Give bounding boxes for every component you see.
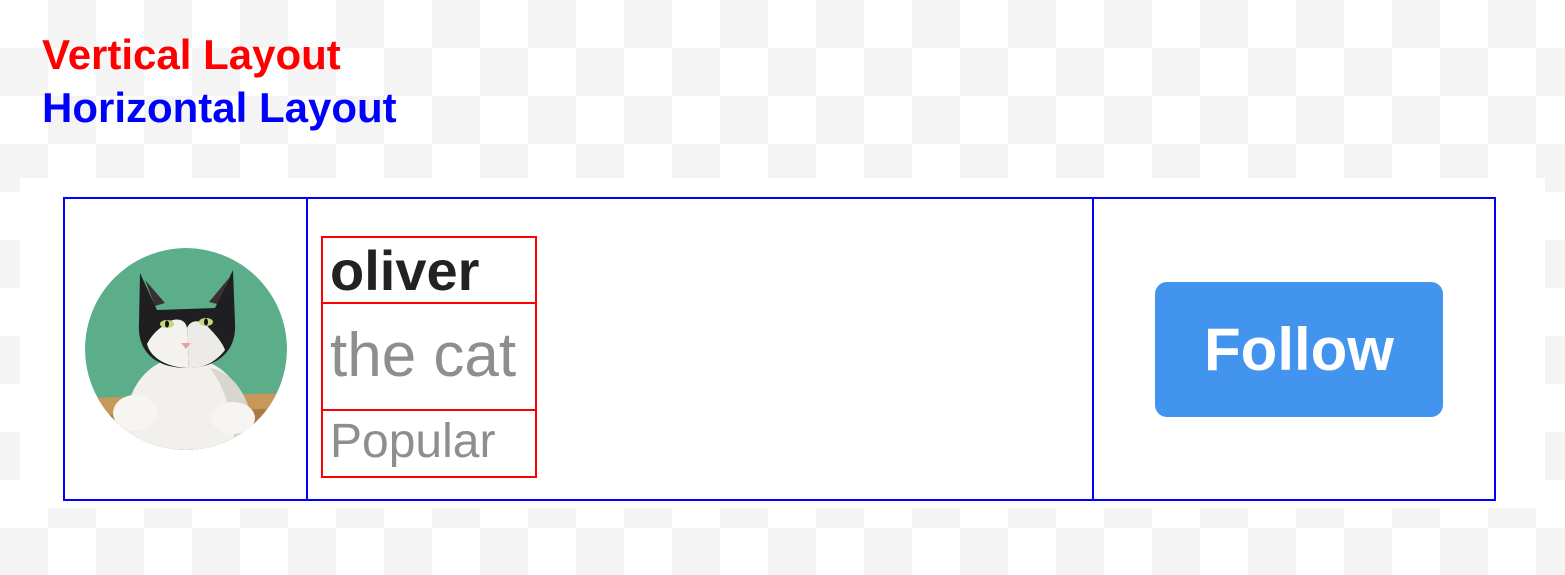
action-cell: Follow	[1094, 199, 1494, 499]
text-stack: oliver the cat Popular	[321, 236, 537, 478]
legend-horizontal-layout: Horizontal Layout	[42, 84, 397, 131]
profile-tag: Popular	[330, 415, 496, 468]
avatar-cell	[65, 199, 308, 499]
profile-name: oliver	[323, 238, 535, 304]
legend: Vertical Layout Horizontal Layout	[42, 28, 397, 134]
cat-avatar-icon	[84, 248, 287, 450]
follow-button[interactable]: Follow	[1155, 281, 1443, 417]
profile-card: oliver the cat Popular Follow	[63, 197, 1496, 501]
profile-subtitle: the cat	[323, 304, 535, 411]
legend-vertical-layout: Vertical Layout	[42, 31, 341, 78]
info-cell: oliver the cat Popular	[308, 199, 1094, 499]
